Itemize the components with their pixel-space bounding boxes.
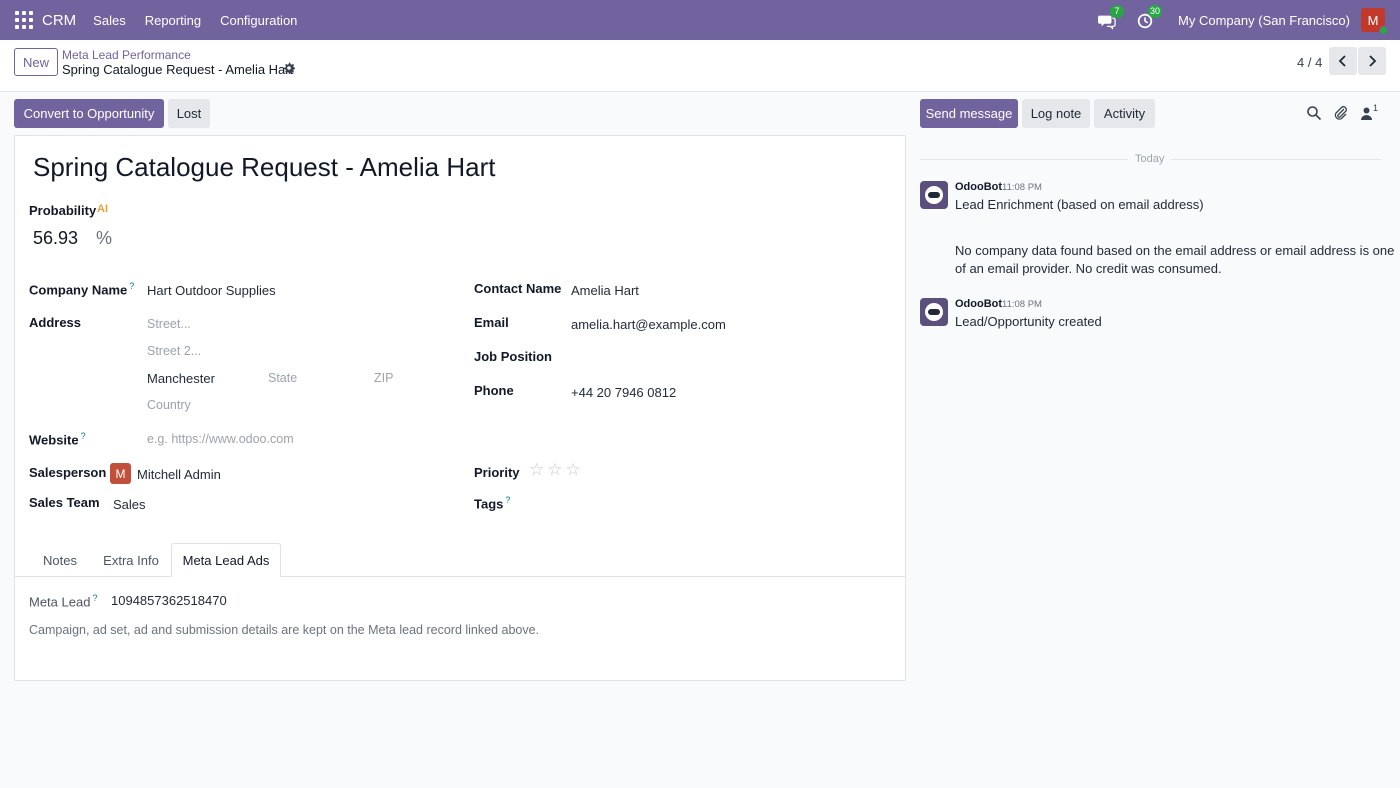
odoobot-avatar[interactable] — [920, 298, 948, 326]
chevron-left-icon — [1338, 55, 1346, 67]
company-name-label: Company Name? — [29, 281, 135, 298]
salesperson-field[interactable]: Mitchell Admin — [137, 467, 221, 482]
menu-configuration[interactable]: Configuration — [220, 13, 297, 28]
pager-next-button[interactable] — [1358, 47, 1386, 75]
salesperson-label: Salesperson — [29, 465, 107, 480]
job-position-label: Job Position — [474, 349, 552, 364]
help-icon[interactable]: ? — [81, 431, 86, 441]
probability-input[interactable]: 56.93 — [33, 228, 78, 249]
company-switcher[interactable]: My Company (San Francisco) — [1178, 13, 1350, 28]
email-label: Email — [474, 315, 509, 330]
address-label: Address — [29, 315, 82, 330]
message-body: No company data found based on the email… — [955, 243, 1395, 258]
odoobot-avatar[interactable] — [920, 181, 948, 209]
sales-team-field[interactable]: Sales — [113, 497, 146, 512]
phone-field[interactable]: +44 20 7946 0812 — [571, 385, 676, 400]
activities-count-badge: 30 — [1148, 5, 1163, 18]
help-icon[interactable]: ? — [129, 281, 134, 291]
meta-lead-link[interactable]: 1094857362518470 — [111, 593, 227, 608]
activity-button[interactable]: Activity — [1094, 99, 1155, 128]
messages-icon[interactable]: 7 — [1098, 5, 1125, 31]
systray: 7 30 My Company (San Francisco) M — [1098, 0, 1400, 40]
message-body: Lead Enrichment (based on email address) — [955, 197, 1204, 212]
date-divider-label: Today — [1135, 153, 1165, 165]
tab-notes[interactable]: Notes — [31, 543, 89, 577]
breadcrumb-current: Spring Catalogue Request - Amelia Hart — [62, 62, 294, 77]
contact-name-field[interactable]: Amelia Hart — [571, 283, 639, 298]
ai-probability-icon[interactable]: AI — [97, 203, 108, 215]
convert-to-opportunity-button[interactable]: Convert to Opportunity — [14, 99, 164, 128]
website-label: Website? — [29, 431, 86, 448]
priority-label: Priority — [474, 465, 520, 480]
country-input[interactable]: Country — [147, 398, 191, 412]
menu-sales[interactable]: Sales — [93, 13, 126, 28]
contact-name-label: Contact Name — [474, 281, 562, 296]
message-author[interactable]: OdooBot — [955, 298, 1002, 310]
search-icon[interactable] — [1306, 105, 1322, 121]
user-icon — [1361, 107, 1372, 120]
chevron-right-icon — [1369, 55, 1377, 67]
street-input[interactable]: Street... — [147, 317, 191, 331]
date-divider-right — [1171, 159, 1381, 160]
user-avatar[interactable]: M — [1361, 8, 1388, 35]
gear-icon[interactable] — [283, 62, 295, 74]
user-avatar-initial: M — [1367, 12, 1379, 28]
star-icon[interactable]: ☆ — [529, 460, 544, 480]
salesperson-avatar: M — [110, 463, 131, 484]
messages-count-badge: 7 — [1110, 5, 1125, 18]
priority-stars: ☆ ☆ ☆ — [529, 460, 581, 480]
date-divider-left — [920, 159, 1128, 160]
new-button[interactable]: New — [14, 48, 58, 76]
star-icon[interactable]: ☆ — [547, 460, 562, 480]
zip-input[interactable]: ZIP — [374, 371, 393, 385]
activities-clock-icon[interactable]: 30 — [1136, 5, 1163, 31]
main-menu: Sales Reporting Configuration — [93, 13, 297, 28]
sales-team-label: Sales Team — [29, 495, 100, 510]
probability-unit: % — [96, 228, 113, 248]
control-panel: New Meta Lead Performance Spring Catalog… — [0, 40, 1400, 92]
app-name[interactable]: CRM — [42, 12, 76, 29]
state-input[interactable]: State — [268, 371, 297, 385]
street2-input[interactable]: Street 2... — [147, 344, 201, 358]
lost-button[interactable]: Lost — [168, 99, 210, 128]
tags-label: Tags? — [474, 495, 511, 512]
top-navbar: CRM Sales Reporting Configuration 7 30 M… — [0, 0, 1400, 40]
message-time: 11:08 PM — [1002, 182, 1042, 193]
send-message-button[interactable]: Send message — [920, 99, 1018, 128]
message-time: 11:08 PM — [1002, 299, 1042, 310]
online-status-icon — [1379, 26, 1388, 35]
email-field[interactable]: amelia.hart@example.com — [571, 317, 726, 332]
form-sheet: Spring Catalogue Request - Amelia Hart P… — [14, 135, 906, 681]
meta-lead-label: Meta Lead? — [29, 593, 98, 610]
help-icon[interactable]: ? — [92, 593, 97, 603]
breadcrumb-parent-link[interactable]: Meta Lead Performance — [62, 48, 191, 62]
job-position-field[interactable] — [571, 349, 871, 367]
star-icon[interactable]: ☆ — [566, 460, 581, 480]
company-name-field[interactable]: Hart Outdoor Supplies — [147, 283, 276, 298]
lead-title[interactable]: Spring Catalogue Request - Amelia Hart — [33, 152, 495, 183]
tags-field[interactable] — [571, 495, 871, 513]
tab-extra-info[interactable]: Extra Info — [95, 543, 167, 577]
menu-reporting[interactable]: Reporting — [145, 13, 201, 28]
probability-label: Probability — [29, 203, 97, 218]
help-icon[interactable]: ? — [505, 495, 510, 505]
followers-button[interactable]: 1 — [1360, 103, 1382, 122]
phone-label: Phone — [474, 383, 514, 398]
paperclip-icon[interactable] — [1333, 105, 1349, 121]
meta-lead-note: Campaign, ad set, ad and submission deta… — [29, 623, 540, 637]
message-body: Lead/Opportunity created — [955, 314, 1102, 329]
city-input[interactable]: Manchester — [147, 371, 215, 386]
message-author[interactable]: OdooBot — [955, 181, 1002, 193]
log-note-button[interactable]: Log note — [1022, 99, 1090, 128]
pager-value[interactable]: 4 / 4 — [1297, 55, 1322, 70]
followers-count: 1 — [1373, 103, 1379, 113]
apps-menu-icon[interactable] — [15, 11, 33, 29]
message-body: of an email provider. No credit was cons… — [955, 261, 1222, 276]
pager-previous-button[interactable] — [1329, 47, 1357, 75]
website-input[interactable]: e.g. https://www.odoo.com — [147, 432, 294, 446]
tab-meta-lead-ads[interactable]: Meta Lead Ads — [171, 543, 281, 577]
